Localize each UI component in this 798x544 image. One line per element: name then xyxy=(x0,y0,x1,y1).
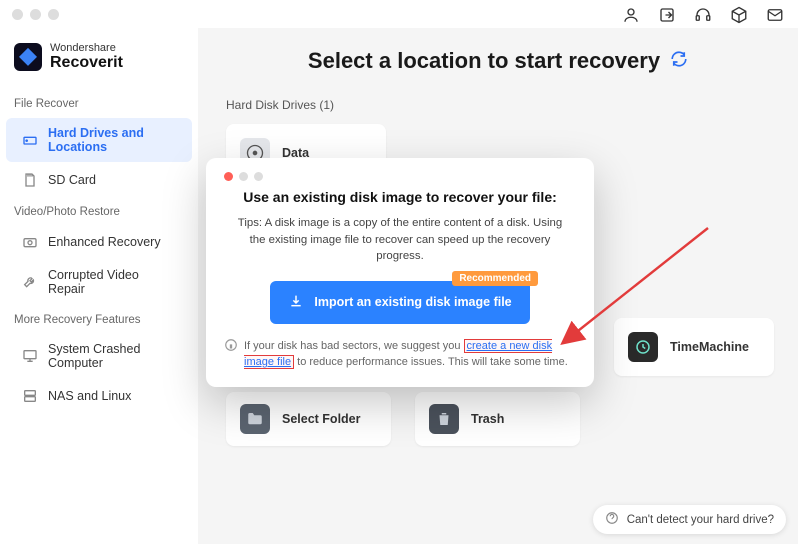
modal-footnote: If your disk has bad sectors, we suggest… xyxy=(224,338,576,371)
modal-foot-text: If your disk has bad sectors, we suggest… xyxy=(244,338,576,371)
timemachine-card[interactable]: TimeMachine xyxy=(614,318,774,376)
section-file-recover: File Recover xyxy=(0,90,198,116)
foot-pre: If your disk has bad sectors, we suggest… xyxy=(244,340,464,352)
modal-title: Use an existing disk image to recover yo… xyxy=(224,189,576,205)
refresh-icon[interactable] xyxy=(670,50,688,73)
sd-icon xyxy=(22,172,38,188)
select-folder-card[interactable]: Select Folder xyxy=(226,392,391,446)
maximize-window-icon[interactable] xyxy=(48,9,59,20)
brand-text: Wondershare Recoverit xyxy=(50,42,123,72)
cube-icon[interactable] xyxy=(730,6,748,24)
trash-icon xyxy=(429,404,459,434)
foot-post: to reduce performance issues. This will … xyxy=(294,356,568,368)
import-button-label: Import an existing disk image file xyxy=(314,295,511,309)
sidebar-item-label: Hard Drives and Locations xyxy=(48,126,176,154)
trash-card[interactable]: Trash xyxy=(415,392,580,446)
brand-top: Wondershare xyxy=(50,42,123,54)
topbar-actions xyxy=(622,6,784,24)
sidebar-item-label: NAS and Linux xyxy=(48,389,131,403)
mail-icon[interactable] xyxy=(766,6,784,24)
sidebar-item-label: System Crashed Computer xyxy=(48,342,176,370)
disk-image-modal: Use an existing disk image to recover yo… xyxy=(206,158,594,387)
sidebar-item-enhanced[interactable]: Enhanced Recovery xyxy=(6,226,192,258)
folder-icon xyxy=(240,404,270,434)
modal-max-icon xyxy=(254,172,263,181)
wrench-icon xyxy=(22,274,38,290)
export-icon[interactable] xyxy=(658,6,676,24)
drive-icon xyxy=(22,132,38,148)
sidebar-item-corrupted[interactable]: Corrupted Video Repair xyxy=(6,260,192,304)
minimize-window-icon[interactable] xyxy=(30,9,41,20)
modal-min-icon xyxy=(239,172,248,181)
timemachine-icon xyxy=(628,332,658,362)
import-disk-image-button[interactable]: Import an existing disk image file Recom… xyxy=(270,281,530,324)
sidebar-item-label: SD Card xyxy=(48,173,96,187)
traffic-lights xyxy=(12,9,59,20)
sidebar-item-label: Corrupted Video Repair xyxy=(48,268,176,296)
download-icon xyxy=(288,293,304,312)
help-pill[interactable]: Can't detect your hard drive? xyxy=(593,505,786,534)
sidebar-item-sd-card[interactable]: SD Card xyxy=(6,164,192,196)
sidebar: Wondershare Recoverit File Recover Hard … xyxy=(0,28,198,544)
monitor-icon xyxy=(22,348,38,364)
section-video-photo: Video/Photo Restore xyxy=(0,198,198,224)
page-title: Select a location to start recovery xyxy=(308,48,660,74)
select-folder-label: Select Folder xyxy=(282,412,361,426)
server-icon xyxy=(22,388,38,404)
sidebar-item-hard-drives[interactable]: Hard Drives and Locations xyxy=(6,118,192,162)
hdd-section-label: Hard Disk Drives (1) xyxy=(226,98,770,112)
sidebar-item-crashed[interactable]: System Crashed Computer xyxy=(6,334,192,378)
page-title-row: Select a location to start recovery xyxy=(226,48,770,74)
timemachine-label: TimeMachine xyxy=(670,340,749,354)
trash-label: Trash xyxy=(471,412,504,426)
sidebar-item-nas[interactable]: NAS and Linux xyxy=(6,380,192,412)
help-icon xyxy=(605,511,619,528)
user-icon[interactable] xyxy=(622,6,640,24)
brand-logo-icon xyxy=(14,43,42,71)
recommended-tag: Recommended xyxy=(452,271,538,286)
quick-access-row: Select Folder Trash xyxy=(226,392,770,446)
headset-icon[interactable] xyxy=(694,6,712,24)
info-icon xyxy=(224,338,238,371)
brand: Wondershare Recoverit xyxy=(0,36,198,90)
modal-tip: Tips: A disk image is a copy of the enti… xyxy=(224,215,576,265)
sidebar-item-label: Enhanced Recovery xyxy=(48,235,161,249)
help-pill-label: Can't detect your hard drive? xyxy=(627,514,774,526)
modal-traffic-lights xyxy=(224,172,576,181)
modal-close-icon[interactable] xyxy=(224,172,233,181)
brand-name: Recoverit xyxy=(50,54,123,72)
camera-icon xyxy=(22,234,38,250)
section-more: More Recovery Features xyxy=(0,306,198,332)
close-window-icon[interactable] xyxy=(12,9,23,20)
